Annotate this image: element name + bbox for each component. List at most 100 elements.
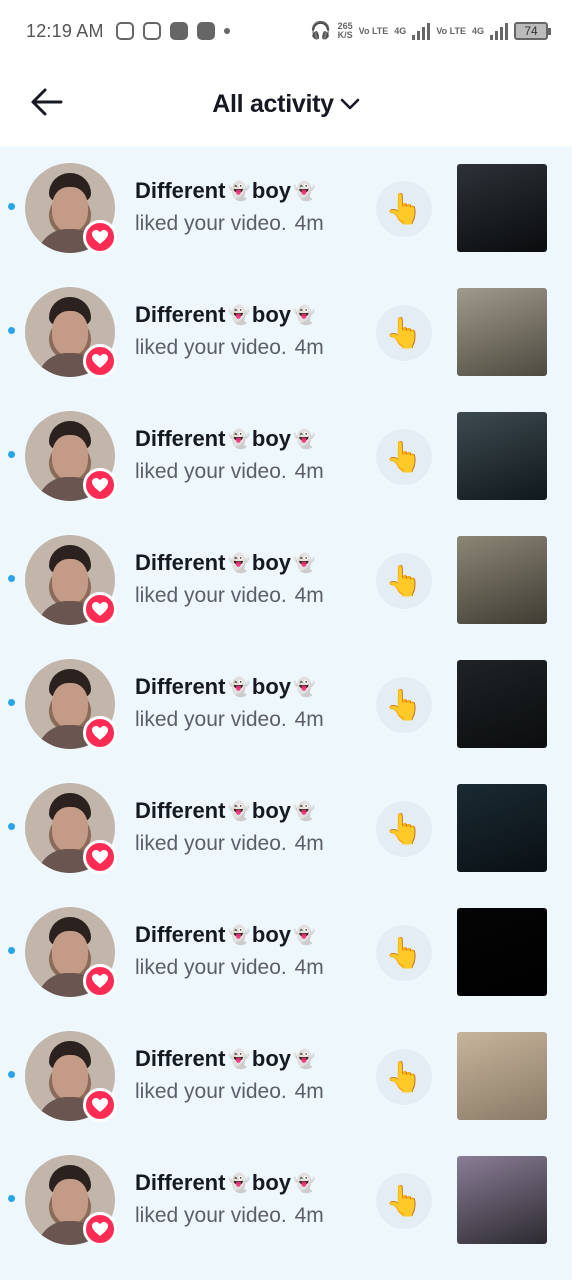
battery-icon: 74 (514, 22, 551, 40)
ghost-emoji-icon: 👻 (293, 924, 316, 945)
like-back-button[interactable]: 👆 (376, 429, 432, 485)
user-name[interactable]: Different 👻 boy 👻 (135, 178, 365, 204)
user-name-part-1: Different (135, 178, 226, 203)
like-back-button[interactable]: 👆 (376, 305, 432, 361)
video-thumbnail[interactable] (457, 1032, 547, 1120)
user-name-part-1: Different (135, 550, 226, 575)
like-back-button[interactable]: 👆 (376, 553, 432, 609)
pointing-hand-icon: 👆 (385, 1060, 423, 1094)
ghost-emoji-icon: 👻 (227, 800, 250, 821)
status-notification-icons (115, 22, 230, 40)
pointing-hand-icon: 👆 (385, 936, 423, 970)
network-speed: 265 K/S (338, 22, 353, 40)
activity-header: All activity (0, 62, 572, 146)
user-name[interactable]: Different 👻 boy 👻 (135, 798, 365, 824)
activity-item[interactable]: Different 👻 boy 👻 liked your video. 4m 👆 (0, 1014, 572, 1138)
user-name-part-2: boy (251, 922, 291, 947)
activity-item[interactable]: Different 👻 boy 👻 liked your video. 4m 👆 (0, 766, 572, 890)
pointing-hand-icon: 👆 (385, 192, 423, 226)
like-back-button[interactable]: 👆 (376, 677, 432, 733)
back-button[interactable] (24, 80, 68, 124)
video-thumbnail[interactable] (457, 536, 547, 624)
video-thumbnail[interactable] (457, 908, 547, 996)
video-thumbnail[interactable] (457, 784, 547, 872)
heart-icon (83, 964, 117, 998)
user-name-part-2: boy (251, 178, 291, 203)
activity-text: Different 👻 boy 👻 liked your video. 4m (135, 1170, 365, 1228)
list-bottom-edge (0, 1270, 572, 1280)
activity-description: liked your video. 4m (135, 460, 365, 484)
heart-icon (83, 1088, 117, 1122)
ghost-emoji-icon: 👻 (227, 304, 250, 325)
user-name-part-2: boy (251, 798, 291, 823)
activity-time: 4m (294, 584, 324, 607)
sim1-label: Vo LTE (358, 25, 389, 36)
user-name-part-2: boy (251, 302, 291, 327)
user-name-part-2: boy (251, 550, 291, 575)
user-name[interactable]: Different 👻 boy 👻 (135, 922, 365, 948)
activity-list[interactable]: Different 👻 boy 👻 liked your video. 4m 👆 (0, 146, 572, 1280)
ghost-emoji-icon: 👻 (227, 676, 250, 697)
user-name[interactable]: Different 👻 boy 👻 (135, 674, 365, 700)
unread-dot-icon (8, 451, 15, 458)
activity-description: liked your video. 4m (135, 212, 365, 236)
activity-filter-dropdown[interactable]: All activity (212, 90, 360, 119)
activity-action: liked your video. (135, 1080, 287, 1103)
heart-icon (83, 468, 117, 502)
like-back-button[interactable]: 👆 (376, 801, 432, 857)
snapchat-icon (169, 22, 188, 40)
user-name-part-2: boy (251, 1170, 291, 1195)
like-back-button[interactable]: 👆 (376, 1173, 432, 1229)
ghost-emoji-icon: 👻 (293, 1048, 316, 1069)
video-thumbnail[interactable] (457, 288, 547, 376)
video-thumbnail[interactable] (457, 164, 547, 252)
activity-description: liked your video. 4m (135, 336, 365, 360)
ghost-emoji-icon: 👻 (293, 180, 316, 201)
activity-text: Different 👻 boy 👻 liked your video. 4m (135, 178, 365, 236)
more-notifications-dot-icon (223, 28, 230, 34)
activity-item[interactable]: Different 👻 boy 👻 liked your video. 4m 👆 (0, 518, 572, 642)
like-back-button[interactable]: 👆 (376, 181, 432, 237)
pointing-hand-icon: 👆 (385, 812, 423, 846)
unread-dot-icon (8, 203, 15, 210)
activity-time: 4m (294, 336, 324, 359)
unread-dot-icon (8, 1195, 15, 1202)
activity-action: liked your video. (135, 212, 287, 235)
activity-item[interactable]: Different 👻 boy 👻 liked your video. 4m 👆 (0, 270, 572, 394)
user-name[interactable]: Different 👻 boy 👻 (135, 302, 365, 328)
headset-icon: 🎧 (310, 21, 332, 40)
unread-dot-icon (8, 823, 15, 830)
activity-action: liked your video. (135, 708, 287, 731)
user-name[interactable]: Different 👻 boy 👻 (135, 550, 365, 576)
ghost-emoji-icon: 👻 (227, 1048, 250, 1069)
video-thumbnail[interactable] (457, 1156, 547, 1244)
signal-strength-sim2-icon (490, 22, 508, 40)
activity-item[interactable]: Different 👻 boy 👻 liked your video. 4m 👆 (0, 642, 572, 766)
ghost-emoji-icon: 👻 (293, 304, 316, 325)
arrow-left-icon (31, 88, 63, 116)
like-back-button[interactable]: 👆 (376, 925, 432, 981)
activity-item[interactable]: Different 👻 boy 👻 liked your video. 4m 👆 (0, 394, 572, 518)
activity-item[interactable]: Different 👻 boy 👻 liked your video. 4m 👆 (0, 1138, 572, 1262)
activity-time: 4m (294, 1080, 324, 1103)
activity-text: Different 👻 boy 👻 liked your video. 4m (135, 426, 365, 484)
activity-action: liked your video. (135, 1204, 287, 1227)
battery-level: 74 (524, 24, 538, 38)
pointing-hand-icon: 👆 (385, 1184, 423, 1218)
activity-description: liked your video. 4m (135, 584, 365, 608)
user-name[interactable]: Different 👻 boy 👻 (135, 1170, 365, 1196)
activity-item[interactable]: Different 👻 boy 👻 liked your video. 4m 👆 (0, 146, 572, 270)
video-thumbnail[interactable] (457, 660, 547, 748)
user-name-part-1: Different (135, 1170, 226, 1195)
activity-text: Different 👻 boy 👻 liked your video. 4m (135, 302, 365, 360)
like-back-button[interactable]: 👆 (376, 1049, 432, 1105)
activity-item[interactable]: Different 👻 boy 👻 liked your video. 4m 👆 (0, 890, 572, 1014)
status-time: 12:19 AM (26, 20, 104, 41)
user-name[interactable]: Different 👻 boy 👻 (135, 426, 365, 452)
activity-time: 4m (294, 460, 324, 483)
video-thumbnail[interactable] (457, 412, 547, 500)
unread-dot-icon (8, 699, 15, 706)
user-name-part-1: Different (135, 302, 226, 327)
user-name[interactable]: Different 👻 boy 👻 (135, 1046, 365, 1072)
pointing-hand-icon: 👆 (385, 440, 423, 474)
